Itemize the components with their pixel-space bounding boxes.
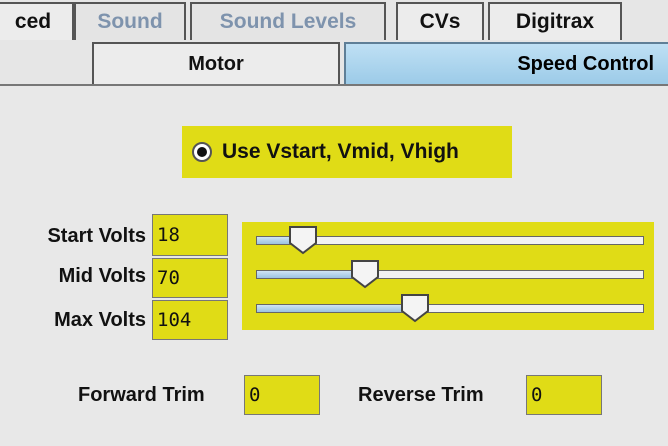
volts-slider-group (242, 222, 654, 330)
tab-label: Motor (188, 52, 244, 75)
tab-digitrax[interactable]: Digitrax (488, 2, 622, 40)
vstart-vmid-vhigh-option[interactable]: Use Vstart, Vmid, Vhigh (182, 126, 512, 178)
tab-sound-levels[interactable]: Sound Levels (190, 2, 386, 40)
tab-label: Sound Levels (219, 10, 357, 33)
tab-row-2: Motor Speed Control (0, 40, 668, 86)
tab-motor[interactable]: Motor (92, 42, 340, 84)
radio-label: Use Vstart, Vmid, Vhigh (222, 140, 459, 163)
tab-advanced[interactable]: ced (0, 2, 74, 40)
tab-label: Speed Control (517, 52, 654, 75)
start-volts-field[interactable]: 18 (152, 214, 228, 256)
start-volts-label: Start Volts (47, 225, 146, 247)
tab-sound[interactable]: Sound (74, 2, 186, 40)
radio-button-icon[interactable] (192, 142, 212, 162)
forward-trim-field[interactable]: 0 (244, 375, 320, 415)
start-volts-slider-thumb[interactable] (288, 225, 318, 255)
tab-label: ced (14, 10, 52, 33)
tab-label: CVs (419, 10, 461, 33)
mid-volts-field[interactable]: 70 (152, 258, 228, 298)
max-volts-slider[interactable] (256, 304, 644, 313)
forward-trim-label: Forward Trim (78, 384, 205, 406)
reverse-trim-field[interactable]: 0 (526, 375, 602, 415)
mid-volts-slider[interactable] (256, 270, 644, 279)
mid-volts-slider-thumb[interactable] (350, 259, 380, 289)
reverse-trim-label: Reverse Trim (358, 384, 484, 406)
mid-volts-label: Mid Volts (58, 265, 146, 287)
tab-label: Sound (97, 10, 163, 33)
max-volts-label: Max Volts (54, 309, 146, 331)
tab-cvs[interactable]: CVs (396, 2, 484, 40)
tab-speed-control[interactable]: Speed Control (344, 42, 668, 84)
tab-label: Digitrax (515, 10, 595, 33)
max-volts-slider-thumb[interactable] (400, 293, 430, 323)
max-volts-field[interactable]: 104 (152, 300, 228, 340)
tab-row-1: ced Sound Sound Levels CVs Digitrax (0, 0, 668, 40)
